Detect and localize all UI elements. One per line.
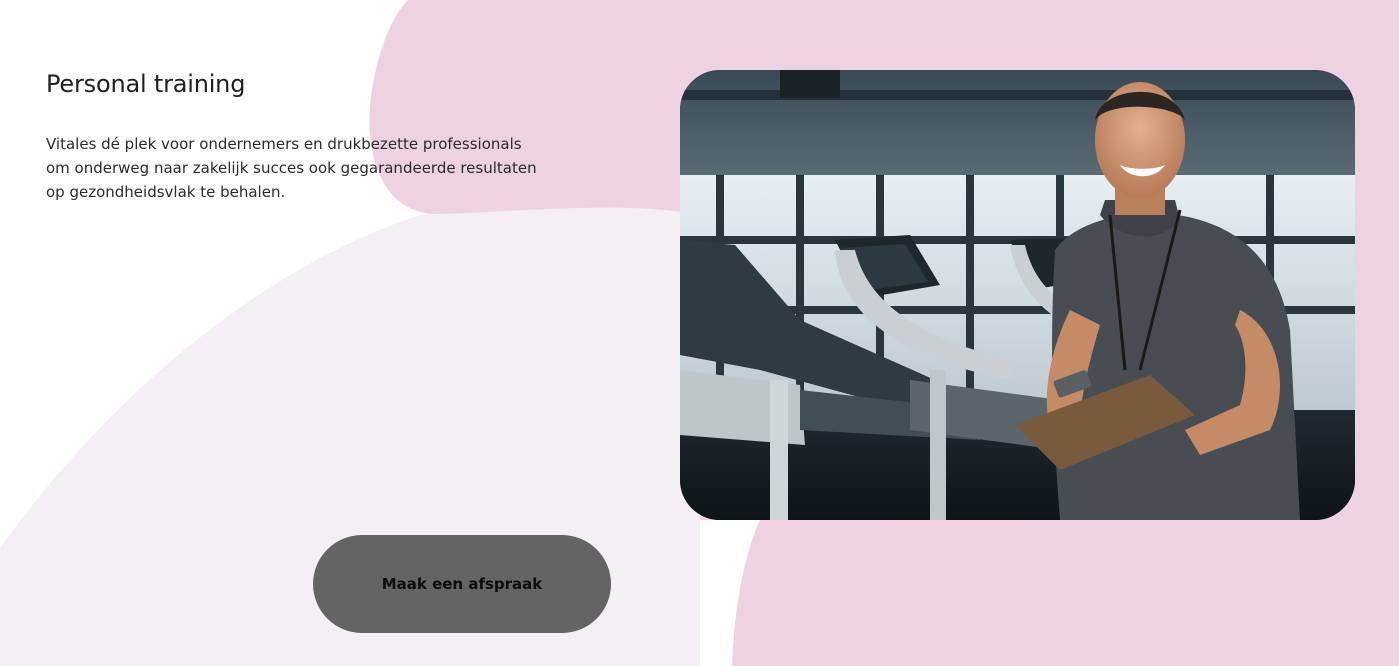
make-appointment-button[interactable]: Maak een afspraak xyxy=(313,535,611,633)
trainer-photo xyxy=(680,70,1355,520)
section-description: Vitales dé plek voor ondernemers en druk… xyxy=(46,135,537,201)
section-title: Personal training xyxy=(46,70,246,98)
